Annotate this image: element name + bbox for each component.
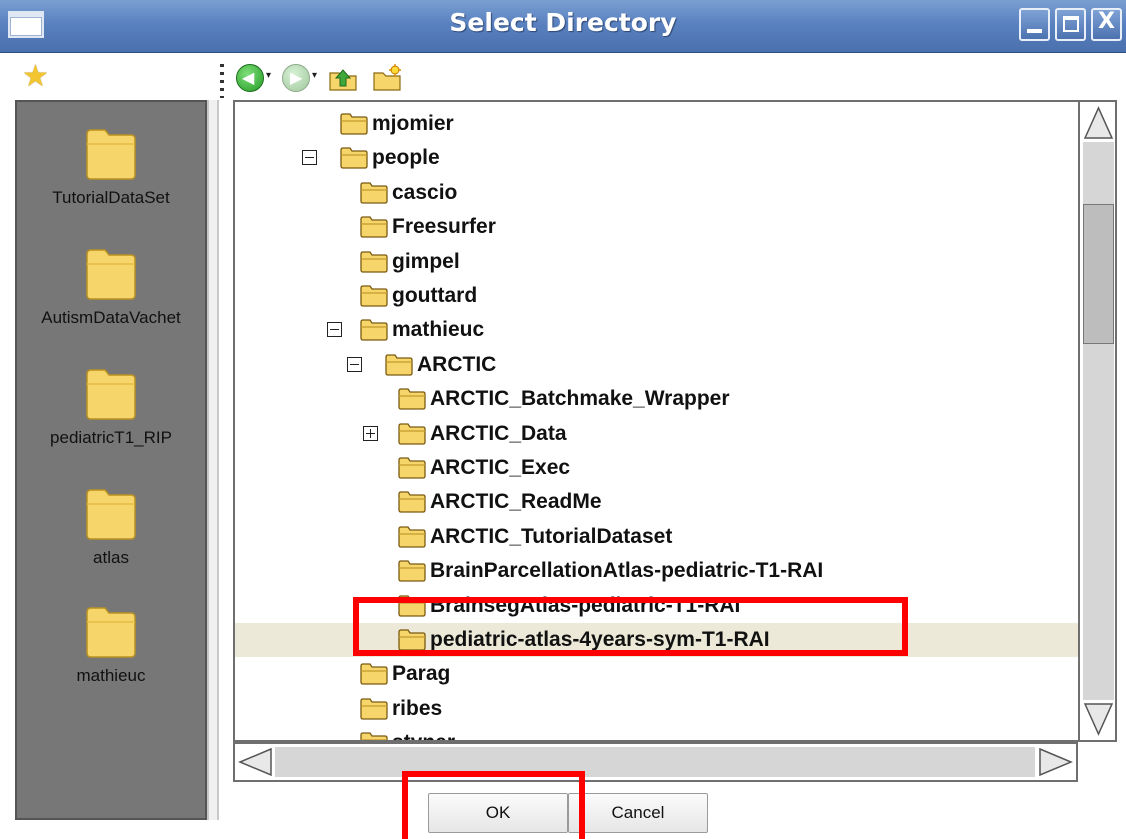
title-bar[interactable]: Select Directory X: [0, 0, 1126, 53]
forward-arrow-icon[interactable]: [282, 64, 310, 92]
cancel-button[interactable]: Cancel: [568, 793, 708, 833]
place-item[interactable]: pediatricT1_RIP: [17, 364, 205, 448]
folder-icon: [398, 422, 426, 445]
tree-row[interactable]: ARCTIC_Batchmake_Wrapper: [235, 382, 1078, 416]
folder-icon: [360, 698, 388, 720]
tree-row[interactable]: ARCTIC: [235, 348, 1078, 382]
close-icon: X: [1098, 9, 1115, 34]
folder-name: mathieuc: [392, 318, 485, 342]
folder-icon: [360, 216, 388, 238]
place-item[interactable]: AutismDataVachet: [17, 244, 205, 328]
tree-row[interactable]: styner: [235, 726, 1078, 740]
scroll-up-icon[interactable]: [1083, 104, 1114, 140]
collapse-icon[interactable]: [347, 356, 362, 372]
place-label: TutorialDataSet: [52, 188, 170, 207]
place-label: atlas: [93, 548, 129, 567]
place-item[interactable]: mathieuc: [17, 602, 205, 686]
folder-icon: [86, 607, 136, 658]
folder-name: ARCTIC: [417, 352, 497, 376]
close-button[interactable]: X: [1091, 8, 1122, 41]
scroll-trough[interactable]: [275, 747, 1035, 777]
folder-name: people: [372, 146, 440, 170]
tree-row[interactable]: gouttard: [235, 279, 1078, 313]
folder-icon: [398, 457, 426, 479]
back-dropdown-icon[interactable]: ▾: [266, 70, 271, 81]
minimize-icon: [1027, 29, 1042, 33]
star-icon[interactable]: ★: [22, 62, 49, 92]
tree-row[interactable]: mathieuc: [235, 313, 1078, 347]
folder-icon: [340, 113, 368, 135]
folder-name: ARCTIC_Data: [430, 421, 567, 445]
folder-name: ARCTIC_Batchmake_Wrapper: [430, 387, 730, 411]
scroll-left-icon[interactable]: [237, 747, 273, 777]
collapse-icon[interactable]: [302, 150, 317, 166]
folder-icon: [360, 319, 388, 342]
tree-row[interactable]: Parag: [235, 657, 1078, 691]
maximize-button[interactable]: [1055, 8, 1086, 41]
window-title: Select Directory: [449, 8, 677, 37]
expand-icon[interactable]: [363, 425, 378, 441]
folder-name: ARCTIC_ReadMe: [430, 490, 602, 514]
scroll-right-icon[interactable]: [1038, 747, 1074, 777]
highlight-ok-button: [402, 771, 585, 839]
tree-row[interactable]: ARCTIC_TutorialDataset: [235, 520, 1078, 554]
back-arrow-icon[interactable]: [236, 64, 264, 92]
places-sidebar: TutorialDataSet AutismDataVachet pediatr…: [15, 100, 207, 820]
folder-name: mjomier: [372, 112, 454, 135]
highlight-selected-folder: [353, 597, 908, 656]
folder-name: Parag: [392, 662, 451, 686]
folder-icon: [360, 732, 388, 740]
place-item[interactable]: TutorialDataSet: [17, 124, 205, 208]
tree-row[interactable]: mjomier: [235, 107, 1078, 141]
tree-row[interactable]: gimpel: [235, 245, 1078, 279]
collapse-icon[interactable]: [327, 322, 342, 338]
tree-row[interactable]: Freesurfer: [235, 210, 1078, 244]
sidebar-splitter[interactable]: [207, 100, 219, 820]
scroll-thumb[interactable]: [1083, 204, 1114, 344]
tree-row[interactable]: ribes: [235, 692, 1078, 726]
vertical-scrollbar[interactable]: [1078, 100, 1117, 742]
folder-icon: [360, 250, 388, 273]
folder-icon: [86, 369, 136, 420]
folder-icon: [398, 526, 426, 548]
tree-row[interactable]: BrainParcellationAtlas-pediatric-T1-RAI: [235, 554, 1078, 588]
folder-name: gimpel: [392, 249, 460, 273]
tree-row[interactable]: people: [235, 141, 1078, 175]
place-label: mathieuc: [76, 666, 146, 685]
place-label: pediatricT1_RIP: [50, 428, 172, 447]
scroll-down-icon[interactable]: [1083, 702, 1114, 738]
tree-row[interactable]: ARCTIC_ReadMe: [235, 485, 1078, 519]
new-folder-icon[interactable]: [372, 64, 402, 92]
folder-up-icon[interactable]: [328, 64, 358, 92]
folder-name: gouttard: [392, 284, 478, 307]
folder-name: BrainParcellationAtlas-pediatric-T1-RAI: [430, 559, 824, 583]
folder-icon: [398, 388, 426, 410]
folder-name: ribes: [392, 696, 443, 720]
tree-row[interactable]: ARCTIC_Exec: [235, 451, 1078, 485]
folder-icon: [398, 491, 426, 514]
folder-icon: [360, 285, 388, 307]
folder-icon: [360, 182, 388, 204]
folder-icon: [86, 249, 136, 300]
place-label: AutismDataVachet: [41, 308, 181, 327]
horizontal-scrollbar[interactable]: [233, 742, 1078, 782]
place-item[interactable]: atlas: [17, 484, 205, 568]
folder-name: styner: [392, 726, 455, 740]
folder-name: ARCTIC_TutorialDataset: [430, 524, 673, 548]
tree-row[interactable]: cascio: [235, 176, 1078, 210]
folder-icon: [86, 129, 136, 180]
folder-icon: [340, 147, 368, 170]
minimize-button[interactable]: [1019, 8, 1050, 41]
folder-icon: [398, 560, 426, 582]
folder-name: ARCTIC_Exec: [430, 456, 571, 479]
folder-icon: [86, 489, 136, 540]
forward-dropdown-icon[interactable]: ▾: [312, 70, 317, 81]
folder-icon: [385, 354, 413, 376]
folder-name: cascio: [392, 180, 458, 204]
folder-name: Freesurfer: [392, 215, 496, 239]
tree-row[interactable]: ARCTIC_Data: [235, 417, 1078, 451]
toolbar-grip[interactable]: [220, 64, 224, 98]
maximize-icon: [1063, 16, 1079, 32]
folder-icon: [360, 663, 388, 686]
